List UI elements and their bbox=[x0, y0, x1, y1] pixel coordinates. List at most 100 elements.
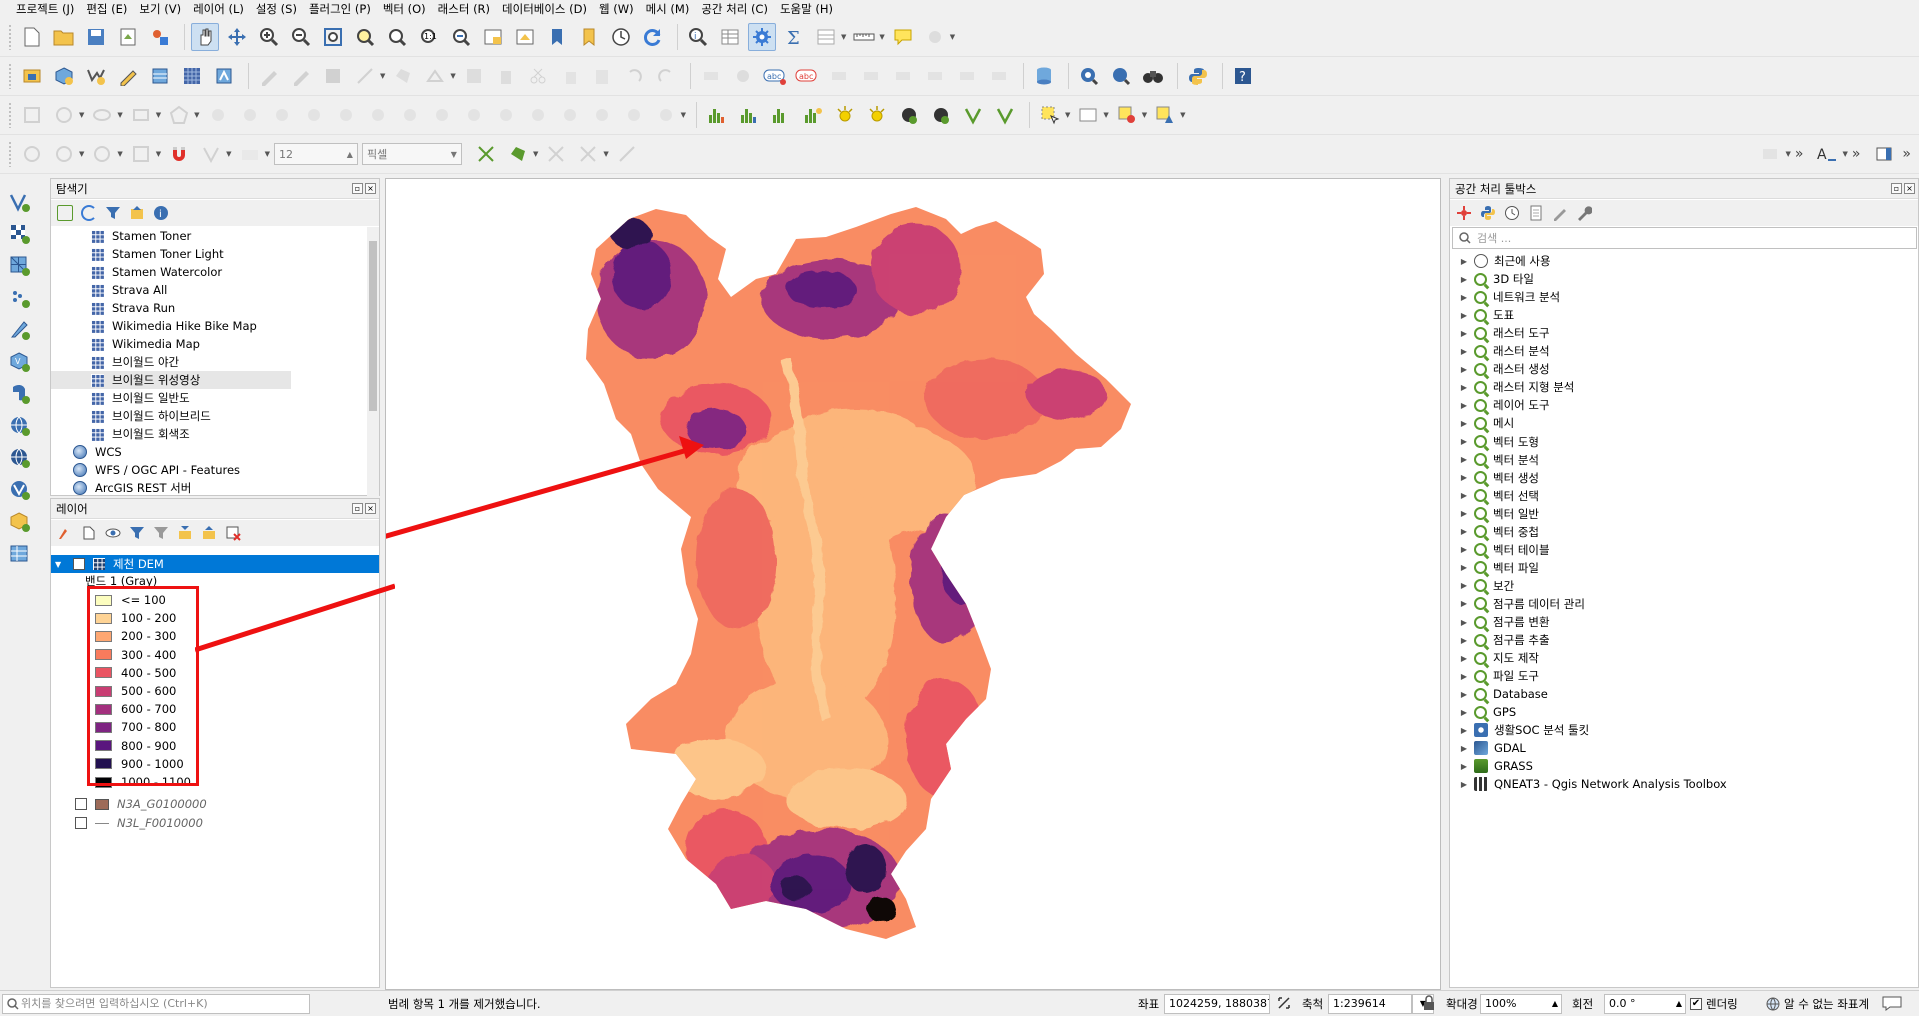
label-pin-icon[interactable] bbox=[729, 62, 757, 90]
deselect-all-icon[interactable] bbox=[1113, 101, 1141, 129]
render-checkbox[interactable]: ✔ bbox=[1690, 998, 1702, 1010]
add-polygon-icon[interactable] bbox=[389, 62, 417, 90]
table-view-icon[interactable] bbox=[812, 23, 840, 51]
snapping-magnet-icon[interactable] bbox=[165, 140, 193, 168]
advanced-digitizing-11-icon[interactable] bbox=[524, 101, 552, 129]
toolbox-provider[interactable]: ▶ 벡터 분석 bbox=[1450, 451, 1539, 469]
filter-browser-icon[interactable] bbox=[105, 205, 121, 221]
properties-info-icon[interactable]: i bbox=[153, 205, 169, 221]
layer-row[interactable]: N3A_G0100000 bbox=[75, 795, 207, 813]
label-show-icon[interactable] bbox=[921, 62, 949, 90]
layer-expand-arrow-icon[interactable]: ▼ bbox=[55, 560, 67, 569]
collapse-all-icon[interactable] bbox=[129, 205, 145, 221]
cut-features-icon[interactable] bbox=[524, 62, 552, 90]
add-group-icon[interactable] bbox=[81, 525, 97, 541]
zoom-to-layer-icon[interactable] bbox=[383, 23, 411, 51]
expand-arrow-icon[interactable]: ▶ bbox=[1458, 690, 1470, 699]
menu-item[interactable]: 레이어 (L) bbox=[187, 0, 250, 18]
advanced-digitizing-8-icon[interactable] bbox=[428, 101, 456, 129]
add-postgis-side-icon[interactable] bbox=[6, 380, 34, 408]
highlight-point-1-icon[interactable] bbox=[831, 101, 859, 129]
toolbox-provider[interactable]: ▶ 벡터 중첩 bbox=[1450, 523, 1539, 541]
zoom-full-icon[interactable] bbox=[319, 23, 347, 51]
toolbox-provider[interactable]: ▶ 벡터 테이블 bbox=[1450, 541, 1550, 559]
pan-to-selection-icon[interactable] bbox=[223, 23, 251, 51]
toolbox-provider[interactable]: ▶ 생활SOC 분석 툴킷 bbox=[1450, 721, 1589, 739]
menu-item[interactable]: 프로젝트 (J) bbox=[10, 0, 80, 18]
undo-icon[interactable] bbox=[620, 62, 648, 90]
expand-arrow-icon[interactable]: ▶ bbox=[1458, 419, 1470, 428]
zoom-in-icon[interactable] bbox=[255, 23, 283, 51]
add-wms-side-icon[interactable] bbox=[6, 412, 34, 440]
expand-arrow-icon[interactable]: ▶ bbox=[1458, 581, 1470, 590]
expand-arrow-icon[interactable]: ▶ bbox=[1458, 654, 1470, 663]
advanced-digitizing-7-icon[interactable] bbox=[396, 101, 424, 129]
expand-arrow-icon[interactable]: ▶ bbox=[1458, 275, 1470, 284]
menu-item[interactable]: 벡터 (O) bbox=[377, 0, 432, 18]
select-value-icon[interactable] bbox=[1074, 101, 1102, 129]
browser-item[interactable]: Strava Run bbox=[51, 299, 351, 317]
browser-scrollbar[interactable] bbox=[367, 227, 379, 505]
browser-item[interactable]: Stamen Toner Light bbox=[51, 245, 351, 263]
toolbar-overflow-2-icon[interactable]: » bbox=[1852, 146, 1861, 162]
menu-item[interactable]: 편집 (E) bbox=[80, 0, 133, 18]
style-manager-icon[interactable] bbox=[146, 23, 174, 51]
label-pin-all-icon[interactable] bbox=[953, 62, 981, 90]
snapping-type-icon[interactable] bbox=[127, 140, 155, 168]
refresh-icon[interactable] bbox=[639, 23, 667, 51]
toolbox-provider[interactable]: ▶ 벡터 도형 bbox=[1450, 433, 1539, 451]
data-source-manager-icon[interactable] bbox=[18, 62, 46, 90]
menu-item[interactable]: 보기 (V) bbox=[133, 0, 187, 18]
advanced-digitizing-10-icon[interactable] bbox=[492, 101, 520, 129]
snapping-self-icon[interactable] bbox=[542, 140, 570, 168]
label-toolbar-icon[interactable] bbox=[697, 62, 725, 90]
digitize-shape-icon[interactable] bbox=[18, 101, 46, 129]
digitize-circle-icon[interactable] bbox=[50, 101, 78, 129]
vector-v-1-icon[interactable] bbox=[959, 101, 987, 129]
models-icon[interactable] bbox=[1456, 205, 1472, 221]
modify-attributes-icon[interactable] bbox=[460, 62, 488, 90]
toolbar-overflow-icon[interactable]: » bbox=[1795, 146, 1804, 162]
crs-button[interactable]: 알 수 없는 좌표계 bbox=[1766, 995, 1869, 1013]
toolbox-provider[interactable]: ▶ 최근에 사용 bbox=[1450, 252, 1551, 270]
toolbox-provider[interactable]: ▶ 벡터 선택 bbox=[1450, 487, 1539, 505]
browser-item[interactable]: 브이월드 하이브리드 bbox=[51, 407, 351, 425]
label-rotate-icon[interactable] bbox=[857, 62, 885, 90]
snapping-intersection-icon[interactable] bbox=[472, 140, 500, 168]
layer-visibility-checkbox[interactable]: ✔ bbox=[73, 558, 85, 570]
advanced-digitizing-4-icon[interactable] bbox=[300, 101, 328, 129]
results-viewer-icon[interactable] bbox=[1528, 205, 1544, 221]
toolbox-provider[interactable]: ▶ 도표 bbox=[1450, 306, 1514, 324]
digitize-ellipse-icon[interactable] bbox=[88, 101, 116, 129]
scripts-icon[interactable] bbox=[1480, 205, 1496, 221]
browser-item[interactable]: Wikimedia Hike Bike Map bbox=[51, 317, 351, 335]
toolbox-provider[interactable]: ▶ Database bbox=[1450, 685, 1548, 703]
expand-arrow-icon[interactable]: ▶ bbox=[1458, 618, 1470, 627]
toolbox-provider[interactable]: ▶ 점구름 추출 bbox=[1450, 631, 1550, 649]
histogram-3-icon[interactable] bbox=[767, 101, 795, 129]
expand-arrow-icon[interactable]: ▶ bbox=[1458, 257, 1470, 266]
add-arcgis-side-icon[interactable] bbox=[6, 508, 34, 536]
messages-icon[interactable] bbox=[1882, 995, 1902, 1013]
toolbox-provider[interactable]: ▶ GPS bbox=[1450, 703, 1516, 721]
vertex-tool-icon[interactable] bbox=[421, 62, 449, 90]
paste-features-icon[interactable] bbox=[588, 62, 616, 90]
measure-line-icon[interactable] bbox=[850, 23, 878, 51]
digitize-rectangle-icon[interactable] bbox=[127, 101, 155, 129]
toolbox-provider[interactable]: ▶ GDAL bbox=[1450, 739, 1526, 757]
locator-search-field[interactable]: 위치를 찾으려면 입력하십시오 (Ctrl+K) bbox=[2, 994, 310, 1014]
toolbox-provider[interactable]: ▶ 네트워크 분석 bbox=[1450, 288, 1560, 306]
menu-item[interactable]: 데이터베이스 (D) bbox=[496, 0, 593, 18]
expand-arrow-icon[interactable]: ▶ bbox=[1458, 437, 1470, 446]
advanced-digitizing-6-icon[interactable] bbox=[364, 101, 392, 129]
toolbox-provider[interactable]: ▶ GRASS bbox=[1450, 757, 1533, 775]
toolbox-provider[interactable]: ▶ 점구름 데이터 관리 bbox=[1450, 595, 1585, 613]
expand-arrow-icon[interactable]: ▶ bbox=[1458, 545, 1470, 554]
new-3d-map-view-icon[interactable] bbox=[511, 23, 539, 51]
toolbox-provider[interactable]: ▶ QNEAT3 - Qgis Network Analysis Toolbox bbox=[1450, 775, 1727, 793]
statistical-summary-icon[interactable]: Σ bbox=[780, 23, 808, 51]
select-location-icon[interactable] bbox=[1151, 101, 1179, 129]
point-dark-2-icon[interactable] bbox=[927, 101, 955, 129]
advanced-digitizing-13-icon[interactable] bbox=[588, 101, 616, 129]
new-virtual-layer-icon[interactable] bbox=[146, 62, 174, 90]
